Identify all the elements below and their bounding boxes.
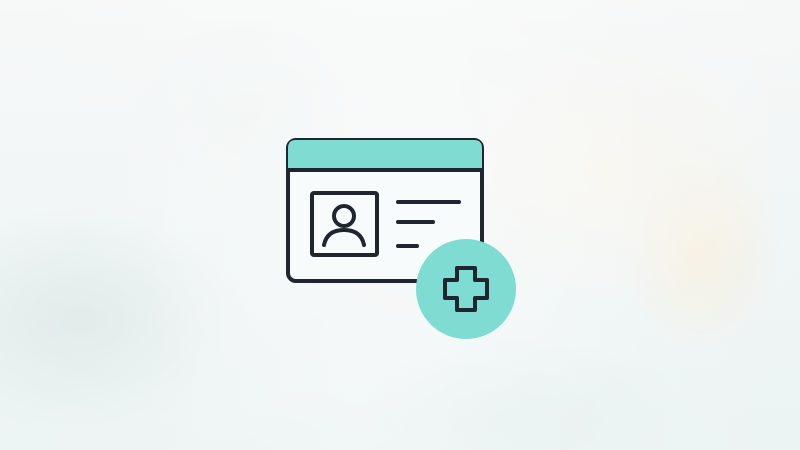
id-card-add-illustration	[0, 0, 800, 450]
plus-icon	[416, 239, 516, 339]
id-card-add-icon	[286, 138, 516, 339]
scene	[0, 0, 800, 450]
